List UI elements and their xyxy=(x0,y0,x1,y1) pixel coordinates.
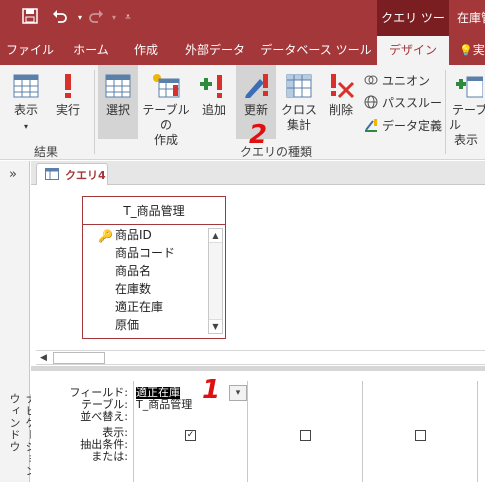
select-query-button[interactable]: 選択 xyxy=(98,65,138,139)
make-table-button[interactable]: テーブルの 作成 xyxy=(139,65,193,147)
group-separator xyxy=(94,70,95,154)
row-label-or: または: xyxy=(91,450,128,463)
make-table-icon xyxy=(153,74,180,98)
results-group-label: 結果 xyxy=(34,145,59,159)
customize-qat-icon[interactable]: ⩡ xyxy=(118,8,138,28)
query-icon xyxy=(45,168,59,180)
data-definition-button[interactable]: データ定義 xyxy=(364,118,442,134)
tab-database-tools[interactable]: データベース ツール xyxy=(260,36,372,65)
redo-icon[interactable] xyxy=(86,8,106,28)
scroll-left-icon[interactable]: ◀ xyxy=(36,352,51,364)
grid-column-divider xyxy=(362,381,363,482)
union-button[interactable]: ユニオン xyxy=(364,73,430,89)
tab-create[interactable]: 作成 xyxy=(122,36,170,65)
document-tab-bar: クエリ4 xyxy=(31,161,485,185)
list-item[interactable]: 🔑 商品ID xyxy=(83,226,208,244)
passthrough-button[interactable]: パススルー xyxy=(364,95,442,111)
show-checkbox[interactable]: ✓ xyxy=(185,430,196,441)
ribbon-body: 表示 ▾ 実行 結果 選択 テーブルの 作成 追加 更新 クロス 集計 削除 ユニオン… xyxy=(0,65,485,160)
show-table-icon xyxy=(456,76,483,98)
select-query-icon xyxy=(105,74,131,98)
grid-row-labels: フィールド: テーブル: 並べ替え: 表示: 抽出条件: または: xyxy=(36,381,129,463)
table-cell[interactable]: T_商品管理 xyxy=(136,399,192,411)
datasheet-view-icon xyxy=(13,74,39,98)
scroll-down-icon[interactable]: ▼ xyxy=(209,319,222,333)
field-dropdown-icon[interactable]: ▾ xyxy=(229,385,247,401)
expand-nav-icon[interactable]: » xyxy=(9,167,17,182)
show-table-button[interactable]: テーブル 表示 xyxy=(449,65,485,147)
view-button[interactable]: 表示 ▾ xyxy=(4,65,48,139)
group-separator xyxy=(445,70,446,154)
title-bar: ▾ ▾ ⩡ クエリ ツール 在庫管 xyxy=(0,0,485,61)
field-list: 🔑 商品ID 商品コード 商品名 在庫数 適正在庫 原価 xyxy=(83,226,208,334)
table-field-list-title[interactable]: T_商品管理 xyxy=(83,197,225,225)
scroll-up-icon[interactable]: ▲ xyxy=(209,229,222,243)
annotation-step-1: 1 xyxy=(202,375,221,405)
run-button[interactable]: 実行 xyxy=(48,65,88,139)
list-item[interactable]: 在庫数 xyxy=(83,280,208,298)
tell-me-box[interactable]: 💡実 xyxy=(455,36,485,65)
union-icon xyxy=(364,75,378,85)
data-definition-icon xyxy=(365,119,377,132)
annotation-step-2: 2 xyxy=(249,120,268,150)
save-icon[interactable] xyxy=(20,8,40,28)
grid-column-divider xyxy=(477,381,478,482)
delete-query-button[interactable]: 削除 xyxy=(322,65,360,139)
scrollbar-thumb[interactable] xyxy=(53,352,105,364)
row-label-sort: 並べ替え: xyxy=(80,410,128,423)
crosstab-button[interactable]: クロス 集計 xyxy=(279,65,319,139)
window-title: 在庫管 xyxy=(457,11,485,25)
table-field-list[interactable]: T_商品管理 🔑 商品ID 商品コード 商品名 在庫数 適正在庫 原価 ▲ ▼ xyxy=(82,196,226,339)
list-item[interactable]: 適正在庫 xyxy=(83,298,208,316)
upper-pane-scrollbar[interactable]: ◀ xyxy=(36,350,485,365)
undo-icon[interactable] xyxy=(50,8,70,28)
pencil-icon xyxy=(245,74,268,98)
append-button[interactable]: 追加 xyxy=(195,65,233,139)
query-tools-context-header: クエリ ツール xyxy=(377,0,449,61)
append-icon xyxy=(200,75,222,98)
primary-key-icon: 🔑 xyxy=(98,229,113,243)
chevron-down-icon: ▾ xyxy=(23,122,28,131)
list-item[interactable]: 商品名 xyxy=(83,262,208,280)
list-item[interactable]: 商品コード xyxy=(83,244,208,262)
field-list-scrollbar[interactable]: ▲ ▼ xyxy=(208,228,223,334)
show-checkbox[interactable] xyxy=(300,430,311,441)
tab-home[interactable]: ホーム xyxy=(64,36,118,65)
grid-column-divider xyxy=(133,381,134,482)
document-tab-query4[interactable]: クエリ4 xyxy=(36,163,108,185)
tab-file[interactable]: ファイル xyxy=(0,36,60,65)
globe-icon xyxy=(364,95,378,109)
document-tab-label: クエリ4 xyxy=(65,169,106,182)
delete-query-icon xyxy=(331,74,355,99)
list-item[interactable]: 原価 xyxy=(83,316,208,334)
exclamation-icon xyxy=(65,74,71,98)
tab-external-data[interactable]: 外部データ xyxy=(176,36,254,65)
ribbon-tab-row: ファイル ホーム 作成 外部データ データベース ツール デザイン 💡実 xyxy=(0,36,485,65)
navigation-pane[interactable]: » ナビゲーション ウィンドウ xyxy=(0,161,37,482)
crosstab-icon xyxy=(286,74,312,98)
grid-column-divider xyxy=(247,381,248,482)
tab-design[interactable]: デザイン xyxy=(377,36,449,65)
show-checkbox[interactable] xyxy=(415,430,426,441)
